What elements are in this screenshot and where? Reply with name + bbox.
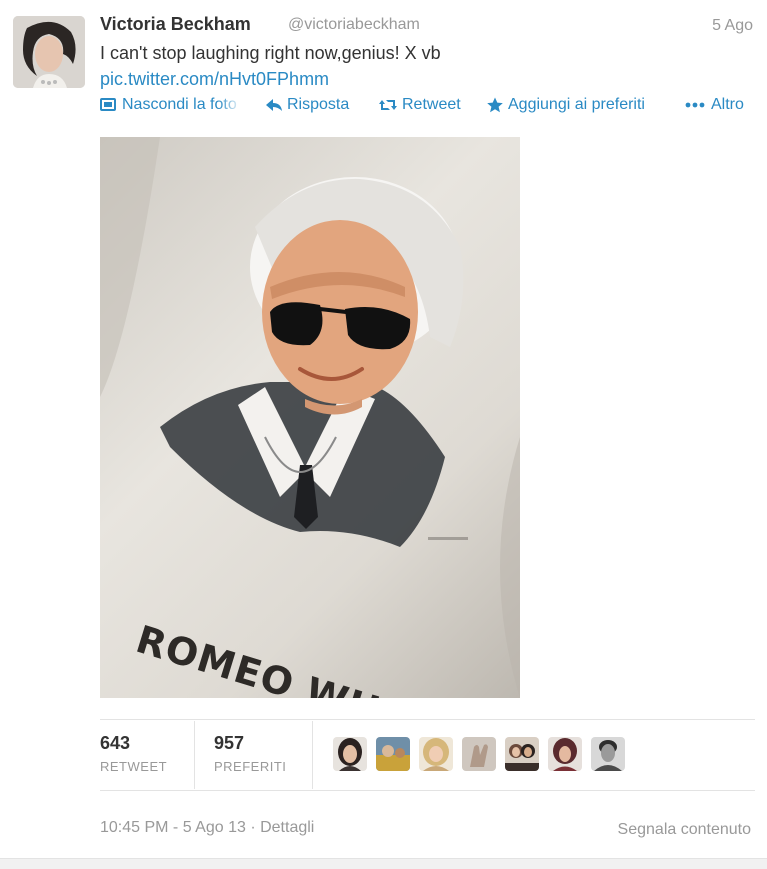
favoriter-avatar[interactable] [419, 737, 453, 771]
hide-photo-label: Nascondi la foto [122, 96, 237, 113]
hide-photo-button[interactable]: Nascondi la foto [100, 96, 242, 114]
retweet-count-label: RETWEET [100, 759, 168, 774]
favorite-button[interactable]: Aggiungi ai preferiti [486, 96, 645, 114]
author-handle[interactable]: @victoriabeckham [288, 16, 420, 34]
avatar-image [13, 16, 85, 88]
favoriter-avatar[interactable] [333, 737, 367, 771]
favoriter-avatar[interactable] [462, 737, 496, 771]
retweet-label: Retweet [402, 96, 461, 113]
retweet-count[interactable]: 643 RETWEET [100, 733, 167, 774]
author-avatar[interactable] [13, 16, 85, 88]
stats-top-divider [100, 719, 755, 720]
reply-label: Risposta [287, 96, 350, 113]
star-icon [487, 97, 503, 113]
photo-illustration [100, 137, 520, 698]
tweet-photo-link[interactable]: pic.twitter.com/nHvt0FPhmm [100, 69, 329, 90]
avatar-woman-red-icon [548, 737, 582, 771]
favoriter-avatar[interactable] [376, 737, 410, 771]
favoriter-avatar[interactable] [505, 737, 539, 771]
favorite-count[interactable]: 957 PREFERITI [214, 733, 286, 774]
author-name[interactable]: Victoria Beckham [100, 14, 251, 35]
tweet-photo[interactable]: ROMEO WHO? [100, 137, 520, 698]
more-dots-icon [685, 102, 705, 108]
favoriter-avatar[interactable] [548, 737, 582, 771]
favorite-count-label: PREFERITI [214, 759, 287, 774]
favorite-count-value: 957 [214, 733, 245, 753]
favoriter-avatar[interactable] [591, 737, 625, 771]
avatar-hand-icon [462, 737, 496, 771]
retweet-count-value: 643 [100, 733, 131, 753]
tweet-timestamp[interactable]: 10:45 PM - 5 Ago 13 · Dettagli [100, 819, 314, 837]
tweet-actions: Nascondi la foto Risposta Retweet Aggiun… [100, 96, 755, 120]
avatar-couple-icon [505, 737, 539, 771]
reply-arrow-icon [266, 99, 282, 111]
photo-icon [100, 98, 116, 111]
more-button[interactable]: Altro [685, 96, 744, 114]
avatar-scene-yellow-icon [376, 737, 410, 771]
more-label: Altro [711, 96, 744, 113]
tweet-text: I can't stop laughing right now,genius! … [100, 43, 441, 63]
avatar-man-bw-icon [591, 737, 625, 771]
favorite-label: Aggiungi ai preferiti [508, 96, 645, 113]
avatar-blonde-icon [419, 737, 453, 771]
retweet-button[interactable]: Retweet [378, 96, 461, 114]
reply-button[interactable]: Risposta [265, 96, 349, 114]
retweet-icon [379, 100, 397, 110]
report-content-link[interactable]: Segnala contenuto [618, 821, 751, 839]
stats-separator [194, 721, 195, 789]
stats-bottom-divider [100, 790, 755, 791]
bottom-bar [0, 858, 767, 869]
tweet-date[interactable]: 5 Ago [712, 17, 753, 35]
stats-separator [312, 721, 313, 789]
tweet-card: Victoria Beckham @victoriabeckham 5 Ago … [0, 0, 767, 869]
avatar-woman-dark-hair-icon [333, 737, 367, 771]
